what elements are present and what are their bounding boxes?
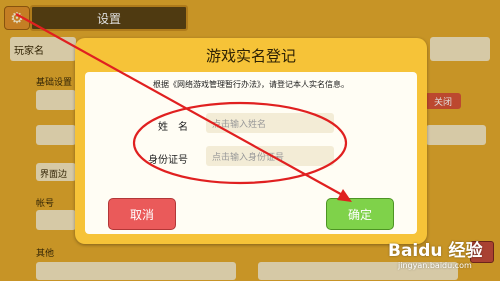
baidu-watermark: Baidu 经验	[388, 241, 483, 261]
annotation-arrowhead	[337, 189, 352, 202]
annotation-ellipse	[132, 101, 348, 185]
annotation-arrow-line	[15, 13, 347, 198]
baidu-watermark-url: jingyan.baidu.com	[398, 261, 472, 270]
